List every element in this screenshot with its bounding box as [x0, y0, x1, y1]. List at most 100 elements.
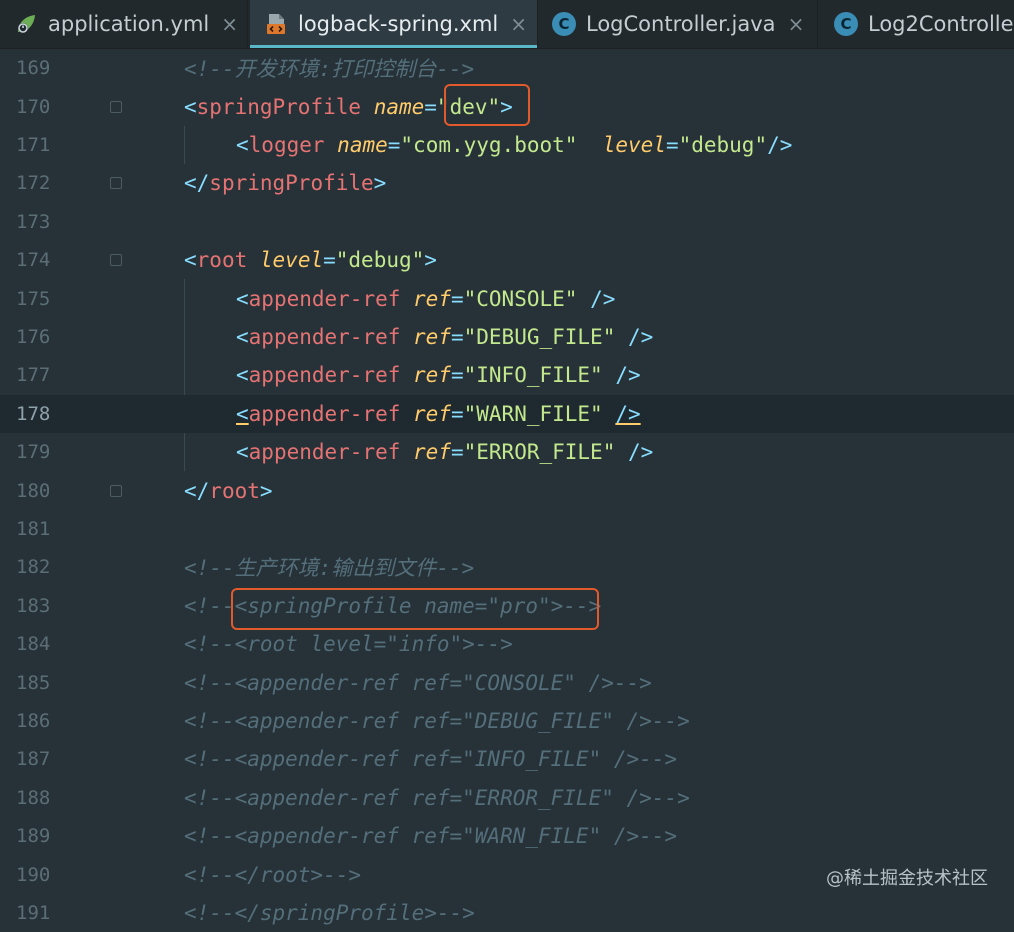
code-line: 189 <!--<appender-ref ref="WARN_FILE" />… [0, 817, 1014, 855]
tab-label: LogController.java [586, 12, 776, 36]
code-line: 173 [0, 203, 1014, 241]
xml-tag: appender-ref [248, 440, 401, 465]
code-line: 175 <appender-ref ref="CONSOLE" /> [0, 279, 1014, 317]
xml-tag: springProfile [196, 94, 362, 119]
watermark: @稀土掘金技术社区 [826, 868, 988, 889]
xml-tag: appender-ref [248, 324, 401, 349]
xml-value: "INFO_FILE" [463, 363, 603, 388]
line-number: 183 [16, 594, 51, 617]
xml-tag: root [196, 248, 248, 273]
annotation-box-pro [231, 588, 599, 630]
code-line: 188 <!--<appender-ref ref="ERROR_FILE" /… [0, 779, 1014, 817]
line-number: 174 [16, 249, 51, 272]
xml-value: "com.yyg.boot" [400, 132, 578, 157]
close-icon[interactable]: × [221, 12, 238, 36]
tab-application-yml[interactable]: application.yml × [0, 0, 248, 48]
fold-marker-icon[interactable] [110, 484, 122, 497]
tab-logcontroller-java[interactable]: C LogController.java × [538, 0, 818, 48]
line-number: 176 [16, 325, 51, 348]
code-text: <logger name="com.yyg.boot" level="debug… [236, 132, 793, 157]
xml-tag: appender-ref [248, 401, 401, 426]
tab-logback-spring-xml[interactable]: logback-spring.xml × [250, 0, 538, 48]
code-comment: <!--生产环境:输出到文件--> [184, 556, 475, 581]
xml-value: "CONSOLE" [463, 286, 578, 311]
line-number: 180 [16, 479, 51, 502]
code-line: 171 <logger name="com.yyg.boot" level="d… [0, 126, 1014, 164]
code-comment: <!--<appender-ref ref="DEBUG_FILE" />--> [184, 708, 690, 733]
line-number: 188 [16, 786, 51, 809]
code-text: <appender-ref ref="CONSOLE" /> [236, 286, 616, 311]
xml-tag: logger [248, 132, 325, 157]
xml-tag: springProfile [209, 171, 374, 196]
code-line: 182 <!--生产环境:输出到文件--> [0, 548, 1014, 586]
code-line: 172 </springProfile> [0, 164, 1014, 202]
close-icon[interactable]: × [510, 12, 527, 36]
code-line: 181 [0, 510, 1014, 548]
code-comment: <!--</springProfile>--> [184, 900, 475, 925]
xml-tag: appender-ref [248, 363, 401, 388]
code-comment: <!--<appender-ref ref="CONSOLE" />--> [184, 670, 652, 695]
line-number: 173 [16, 210, 51, 233]
xml-attr: level [259, 248, 324, 273]
code-line: 184 <!--<root level="info">--> [0, 625, 1014, 663]
xml-attr: level [602, 132, 666, 157]
code-text: <appender-ref ref="INFO_FILE" /> [236, 363, 641, 388]
xml-value: "ERROR_FILE" [463, 440, 616, 465]
xml-value: "debug" [335, 248, 425, 273]
xml-tag: root [209, 478, 260, 503]
code-line: 186 <!--<appender-ref ref="DEBUG_FILE" /… [0, 702, 1014, 740]
line-number: 169 [16, 57, 51, 80]
line-number: 185 [16, 671, 51, 694]
tab-label: logback-spring.xml [298, 12, 499, 36]
java-class-icon: C [834, 12, 858, 36]
line-number: 172 [16, 172, 51, 195]
line-number: 170 [16, 95, 51, 118]
code-comment: <!--</root>--> [184, 862, 362, 887]
line-number: 171 [16, 133, 51, 156]
fold-marker-icon[interactable] [110, 177, 122, 190]
code-editor[interactable]: 169 <!--开发环境:打印控制台--> 170 <springProfile… [0, 49, 1014, 925]
line-number: 187 [16, 748, 51, 771]
line-number: 186 [16, 709, 51, 732]
xml-attr: ref [413, 363, 451, 388]
xml-tag: appender-ref [248, 286, 401, 311]
code-line: 187 <!--<appender-ref ref="INFO_FILE" />… [0, 740, 1014, 778]
xml-attr: ref [413, 440, 451, 465]
xml-file-icon [267, 14, 285, 34]
code-text: <appender-ref ref="WARN_FILE" /> [236, 401, 641, 426]
line-number: 182 [16, 556, 51, 579]
editor-tab-bar: application.yml × logback-spring.xml × C… [0, 0, 1014, 49]
code-text: <appender-ref ref="DEBUG_FILE" /> [236, 324, 654, 349]
code-text: </springProfile> [184, 171, 387, 196]
code-line: 191 <!--</springProfile>--> [0, 894, 1014, 932]
code-text: <appender-ref ref="ERROR_FILE" /> [236, 440, 654, 465]
line-number: 175 [16, 287, 51, 310]
line-number: 191 [16, 901, 51, 924]
line-number: 190 [16, 863, 51, 886]
xml-attr: ref [413, 324, 451, 349]
code-line: 179 <appender-ref ref="ERROR_FILE" /> [0, 433, 1014, 471]
line-number: 178 [16, 402, 51, 425]
xml-value: "debug" [678, 132, 768, 157]
code-text: <root level="debug"> [184, 248, 437, 273]
code-line: 180 </root> [0, 471, 1014, 509]
code-comment: <!--<appender-ref ref="WARN_FILE" />--> [184, 824, 678, 849]
line-number: 189 [16, 825, 51, 848]
xml-attr: name [373, 94, 425, 119]
code-line: 169 <!--开发环境:打印控制台--> [0, 49, 1014, 87]
annotation-box-dev [444, 84, 530, 126]
xml-attr: ref [413, 286, 451, 311]
fold-marker-icon[interactable] [110, 100, 122, 113]
code-comment: <!--<appender-ref ref="INFO_FILE" />--> [184, 747, 678, 772]
java-class-icon: C [552, 12, 576, 36]
xml-value: "DEBUG_FILE" [463, 324, 616, 349]
tab-label: application.yml [48, 12, 210, 36]
code-line: 174 <root level="debug"> [0, 241, 1014, 279]
line-number: 184 [16, 633, 51, 656]
code-line: 185 <!--<appender-ref ref="CONSOLE" />--… [0, 663, 1014, 701]
close-icon[interactable]: × [788, 12, 805, 36]
spring-leaf-icon [18, 15, 35, 33]
fold-marker-icon[interactable] [110, 254, 122, 267]
tab-log2controller[interactable]: C Log2Controller [820, 0, 1014, 48]
xml-value: "WARN_FILE" [463, 401, 603, 426]
